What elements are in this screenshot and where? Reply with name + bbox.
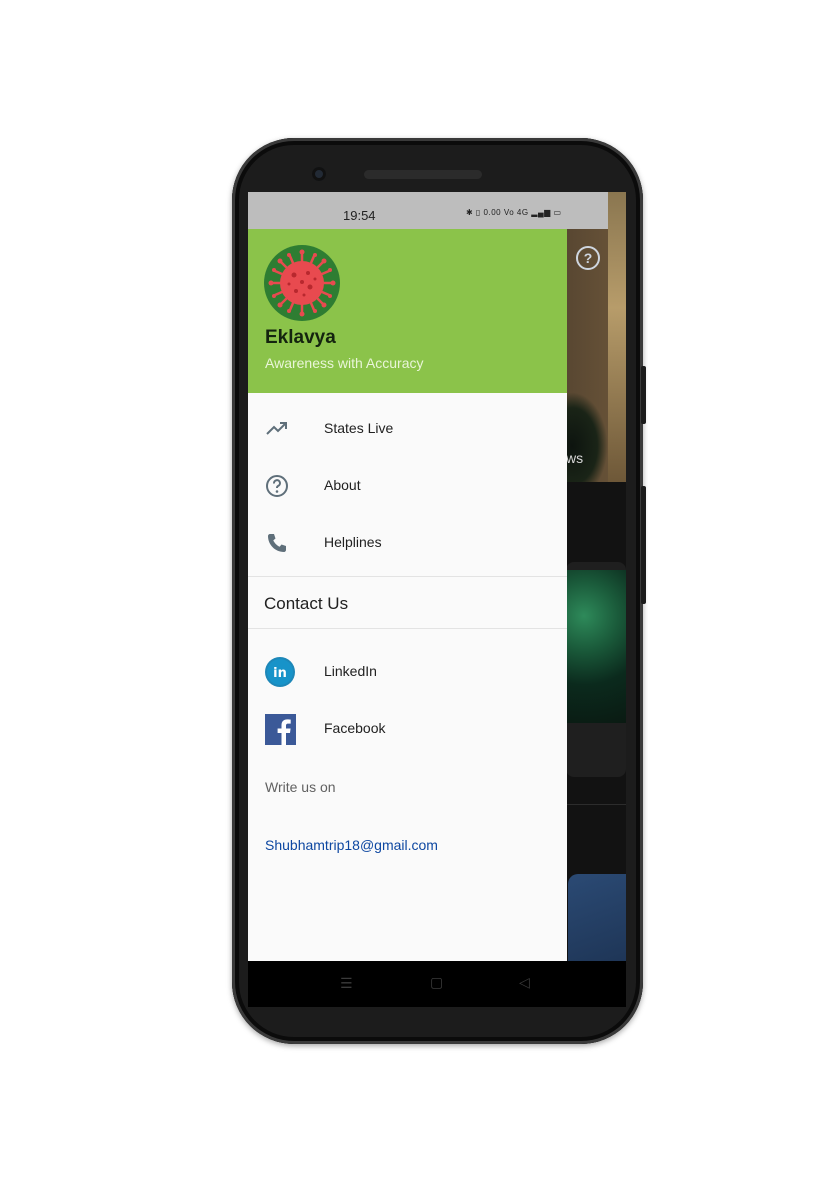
menu-icon[interactable]: ☰ <box>340 975 353 992</box>
drawer-divider <box>248 576 567 577</box>
write-us-label: Write us on <box>265 779 336 795</box>
system-nav-bar: ☰ ▢ ◁ <box>248 961 626 1007</box>
background-image-edge <box>608 192 626 482</box>
virus-logo-icon <box>264 245 340 321</box>
linkedin-icon: in <box>265 657 295 687</box>
home-icon[interactable]: ▢ <box>430 974 443 991</box>
menu-item-linkedin[interactable]: in LinkedIn <box>248 644 567 700</box>
menu-item-helplines[interactable]: Helplines <box>248 515 567 571</box>
menu-item-label: States Live <box>324 420 394 436</box>
drawer-divider <box>248 628 567 629</box>
screen: ? ws 19:54 ✱ ▯ 0.00 Vo 4G ▂▄▆ ▭ Eklavya … <box>248 192 626 961</box>
phone-icon <box>265 531 289 555</box>
menu-item-label: Facebook <box>324 720 386 736</box>
menu-item-facebook[interactable]: Facebook <box>248 701 567 757</box>
background-news-label: ws <box>566 450 584 466</box>
status-bar: 19:54 ✱ ▯ 0.00 Vo 4G ▂▄▆ ▭ <box>248 192 608 229</box>
background-card-2[interactable] <box>568 874 626 961</box>
svg-text:in: in <box>273 666 287 681</box>
background-divider <box>566 804 626 805</box>
email-link[interactable]: Shubhamtrip18@gmail.com <box>265 837 438 853</box>
menu-item-about[interactable]: About <box>248 458 567 514</box>
status-icons: ✱ ▯ 0.00 Vo 4G ▂▄▆ ▭ <box>466 208 562 217</box>
power-button <box>641 486 646 604</box>
facebook-icon <box>265 714 296 745</box>
front-camera <box>312 167 326 181</box>
navigation-drawer: Eklavya Awareness with Accuracy States L… <box>248 229 567 961</box>
help-circle-icon <box>265 474 289 498</box>
contact-us-title: Contact Us <box>264 594 349 613</box>
menu-item-states-live[interactable]: States Live <box>248 401 567 457</box>
back-icon[interactable]: ◁ <box>519 974 530 991</box>
status-time: 19:54 <box>343 208 376 223</box>
menu-item-label: About <box>324 477 361 493</box>
trending-up-icon <box>265 417 289 441</box>
background-help-icon[interactable]: ? <box>576 246 600 270</box>
menu-item-label: LinkedIn <box>324 663 377 679</box>
drawer-header: Eklavya Awareness with Accuracy <box>248 229 567 393</box>
app-tagline: Awareness with Accuracy <box>265 355 424 371</box>
background-virus-image <box>566 570 626 723</box>
menu-item-label: Helplines <box>324 534 382 550</box>
earpiece <box>364 170 482 179</box>
volume-button <box>641 366 646 424</box>
app-name: Eklavya <box>265 327 336 348</box>
